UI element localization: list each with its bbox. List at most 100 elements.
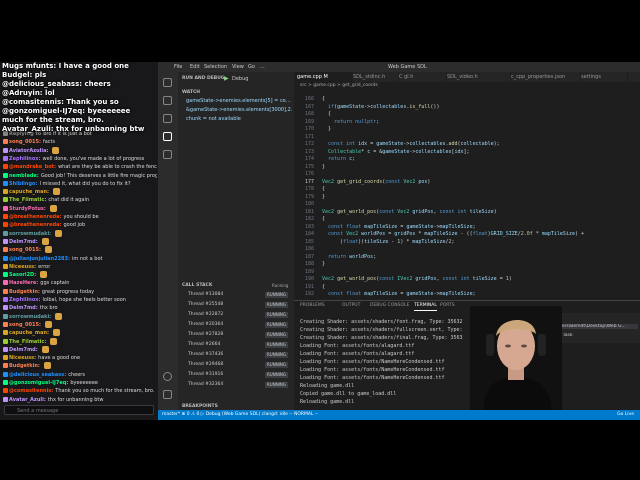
- panel-tab[interactable]: OUTPUT: [342, 301, 360, 310]
- editor-tab[interactable]: C gl.h: [396, 72, 447, 82]
- editor-tab[interactable]: SDL_stdinc.h: [350, 72, 399, 82]
- terminal-instance[interactable]: push: [550, 315, 638, 320]
- gear-icon[interactable]: [163, 390, 172, 399]
- chat-username[interactable]: Avatar_Azuli:: [9, 397, 46, 403]
- chat-username[interactable]: @delicious_seabass:: [9, 372, 66, 378]
- code-line[interactable]: return nullptr;: [322, 119, 379, 125]
- code-line[interactable]: }: [322, 164, 325, 170]
- code-line[interactable]: {: [322, 216, 325, 222]
- status-left[interactable]: master* ⊗ 0 ⚠ 0 ▷ Debug (Web Game SDL) c…: [162, 410, 318, 420]
- chat-username[interactable]: HazeHere:: [9, 280, 38, 286]
- watch-item[interactable]: chunk = not available: [186, 116, 292, 122]
- source-control-icon[interactable]: [163, 114, 172, 123]
- menu-selection[interactable]: Selection: [204, 62, 227, 72]
- code-line[interactable]: Vec2 get_grid_coords(const Vec2 pos): [322, 179, 430, 185]
- chat-username[interactable]: Budgetkin:: [9, 289, 40, 295]
- go-live-button[interactable]: Go Live: [617, 410, 634, 420]
- menu-more[interactable]: ...: [260, 62, 265, 72]
- thread-item[interactable]: Thread #27828 RUNNING: [188, 331, 288, 339]
- chat-username[interactable]: Niceeuss:: [9, 355, 36, 361]
- code-line[interactable]: }: [322, 261, 325, 267]
- menu-file[interactable]: File: [174, 62, 182, 72]
- breakpoints-header[interactable]: BREAKPOINTS: [182, 404, 218, 409]
- code-line[interactable]: {: [322, 96, 325, 102]
- menu-go[interactable]: Go: [248, 62, 255, 72]
- watch-item[interactable]: &gameState->enemies.elements[3000],2…: [186, 107, 292, 113]
- code-line[interactable]: const int idx = gameState->collectables.…: [322, 141, 500, 147]
- search-icon[interactable]: [163, 96, 172, 105]
- chat-username[interactable]: song_0015:: [9, 322, 41, 328]
- chat-username[interactable]: Shiblingo:: [9, 181, 37, 187]
- callstack-header[interactable]: CALL STACK: [182, 283, 212, 288]
- run-debug-icon[interactable]: [163, 132, 172, 141]
- code-line[interactable]: }: [322, 126, 331, 132]
- code-line[interactable]: Collectable* c = &gameState->collectable…: [322, 149, 470, 155]
- chat-username[interactable]: @mandrake_bot:: [9, 164, 56, 170]
- editor-tab[interactable]: c_cpp_properties.json: [508, 72, 581, 82]
- code-line[interactable]: const float mapTileSize = gameState->map…: [322, 224, 476, 230]
- code-line[interactable]: {: [322, 284, 325, 290]
- chat-username[interactable]: Sasori2D:: [9, 272, 36, 278]
- chat-username[interactable]: SturdyPotus:: [9, 206, 46, 212]
- chat-username[interactable]: Delm7md:: [9, 305, 38, 311]
- code-line[interactable]: const float mapTileSize = gameState->map…: [322, 291, 476, 297]
- thread-item[interactable]: Thread #32364 RUNNING: [188, 381, 288, 389]
- code-editor[interactable]: 166 {167 if(gameState->collectables.is_fu…: [294, 90, 640, 300]
- chat-username[interactable]: song_0015:: [9, 247, 41, 253]
- chat-username[interactable]: AviatorAzulia:: [9, 148, 48, 154]
- thread-item[interactable]: Thread #22872 RUNNING: [188, 311, 288, 319]
- chat-username[interactable]: The_Filmatic:: [9, 339, 46, 345]
- play-icon[interactable]: ▶: [224, 75, 229, 82]
- chat-username[interactable]: The_Filmatic:: [9, 197, 46, 203]
- thread-item[interactable]: Thread #29468 RUNNING: [188, 361, 288, 369]
- debug-config-select[interactable]: Debug: [232, 76, 248, 82]
- terminal-instance[interactable]: Build Task: [550, 333, 638, 338]
- code-line[interactable]: (float)(tileSize - 1) * mapTileSize/2;: [322, 239, 454, 245]
- menu-edit[interactable]: Edit: [190, 62, 200, 72]
- thread-item[interactable]: Thread #25548 RUNNING: [188, 301, 288, 309]
- watch-header[interactable]: WATCH: [182, 90, 200, 95]
- thread-item[interactable]: Thread #31916 RUNNING: [188, 371, 288, 379]
- panel-tab[interactable]: DEBUG CONSOLE: [370, 301, 409, 310]
- editor-tab[interactable]: game.cpp M: [294, 72, 353, 82]
- code-line[interactable]: if(gameState->collectables.is_full()): [322, 104, 439, 110]
- thread-item[interactable]: Thread #20364 RUNNING: [188, 321, 288, 329]
- chat-username[interactable]: sorrowmudaki:: [9, 314, 51, 320]
- code-line[interactable]: return c;: [322, 156, 355, 162]
- watch-item[interactable]: gameState->enemies.elements[5] = co…: [186, 98, 292, 104]
- thread-item[interactable]: Thread #37436 RUNNING: [188, 351, 288, 359]
- extensions-icon[interactable]: [163, 150, 172, 159]
- chat-username[interactable]: @comasitennis:: [9, 388, 53, 394]
- code-line[interactable]: return worldPos;: [322, 254, 376, 260]
- chat-username[interactable]: sorrowmudaki:: [9, 231, 51, 237]
- code-line[interactable]: Vec2 get_world_pos(const IVec2 gridPos, …: [322, 276, 512, 282]
- chat-username[interactable]: Zephilinox:: [9, 297, 41, 303]
- chat-username[interactable]: Niceeuss:: [9, 264, 36, 270]
- code-line[interactable]: const Vec2 worldPos = gridPos * mapTileS…: [322, 231, 584, 237]
- thread-item[interactable]: Thread #2664 RUNNING: [188, 341, 288, 349]
- code-line[interactable]: }: [322, 194, 325, 200]
- terminal-instance[interactable]: C:\Users\Bemdt\Desktop\Web G…: [550, 324, 638, 329]
- code-line[interactable]: {: [322, 111, 331, 117]
- breadcrumb[interactable]: src > game.cpp > get_grid_coords: [294, 82, 640, 90]
- panel-tab[interactable]: PORTS: [440, 301, 455, 310]
- editor-tab[interactable]: SDL_video.h: [444, 72, 511, 82]
- chat-username[interactable]: @julianjunjulian2283:: [9, 256, 70, 262]
- chat-username[interactable]: capuche_man:: [9, 189, 49, 195]
- chat-input[interactable]: Send a message: [4, 405, 154, 415]
- account-icon[interactable]: [163, 372, 172, 381]
- panel-tab[interactable]: TERMINAL: [414, 301, 437, 311]
- chat-username[interactable]: capuche_man:: [9, 330, 49, 336]
- menu-view[interactable]: View: [232, 62, 244, 72]
- chat-username[interactable]: @breathenenreda:: [9, 214, 61, 220]
- chat-username[interactable]: nemblade:: [9, 173, 39, 179]
- code-line[interactable]: Vec2 get_world_pos(const Vec2 gridPos, c…: [322, 209, 497, 215]
- chat-username[interactable]: Budgetkin:: [9, 363, 40, 369]
- chat-username[interactable]: song_0015:: [9, 139, 41, 145]
- chat-username[interactable]: Zephilinox:: [9, 156, 41, 162]
- panel-tab[interactable]: PROBLEMS: [300, 301, 325, 310]
- explorer-icon[interactable]: [163, 78, 172, 87]
- chat-username[interactable]: @breathenenreda:: [9, 222, 61, 228]
- code-line[interactable]: {: [322, 186, 325, 192]
- chat-username[interactable]: Delm7md:: [9, 347, 38, 353]
